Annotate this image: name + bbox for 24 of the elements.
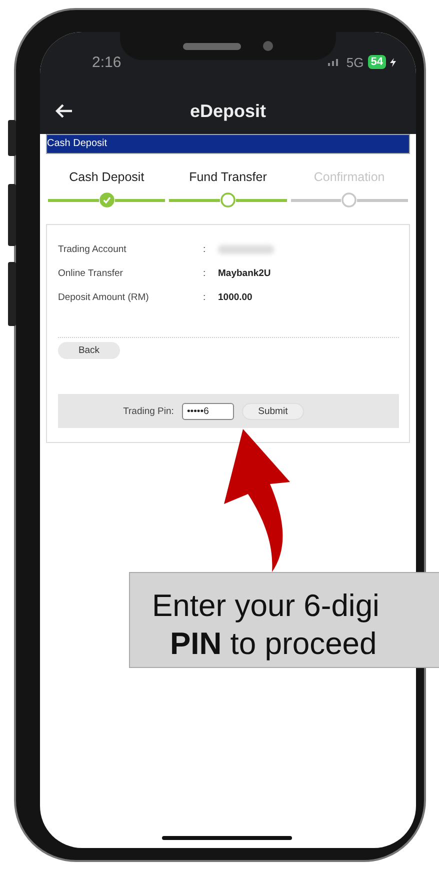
callout-text: Enter your 6-digi (152, 587, 380, 625)
section-title-bar: Cash Deposit (46, 134, 410, 154)
step-label: Fund Transfer (189, 170, 267, 184)
pin-input-field[interactable]: •••••6 (182, 402, 234, 420)
back-button[interactable]: Back (58, 342, 120, 359)
step-label: Confirmation (314, 170, 385, 184)
detail-separator: : (203, 268, 207, 278)
detail-label: Trading Account (58, 244, 128, 254)
submit-button[interactable]: Submit (242, 402, 304, 420)
status-time: 2:16 (92, 54, 122, 70)
step-label: Cash Deposit (69, 170, 144, 184)
detail-value: Maybank2U (218, 268, 271, 278)
callout-text: PIN to proceed (169, 625, 378, 663)
pin-label: Trading Pin: (123, 406, 174, 416)
back-arrow-icon[interactable] (55, 103, 73, 119)
detail-separator: : (203, 292, 207, 302)
detail-separator: : (203, 244, 207, 254)
network-label: 5G (346, 54, 364, 70)
detail-label: Deposit Amount (RM) (58, 292, 150, 302)
battery-level: 54 (368, 55, 386, 69)
page-title: eDeposit (190, 100, 266, 122)
detail-value: 1000.00 (218, 292, 252, 302)
charging-icon (390, 58, 396, 66)
detail-label: Online Transfer (58, 268, 124, 278)
